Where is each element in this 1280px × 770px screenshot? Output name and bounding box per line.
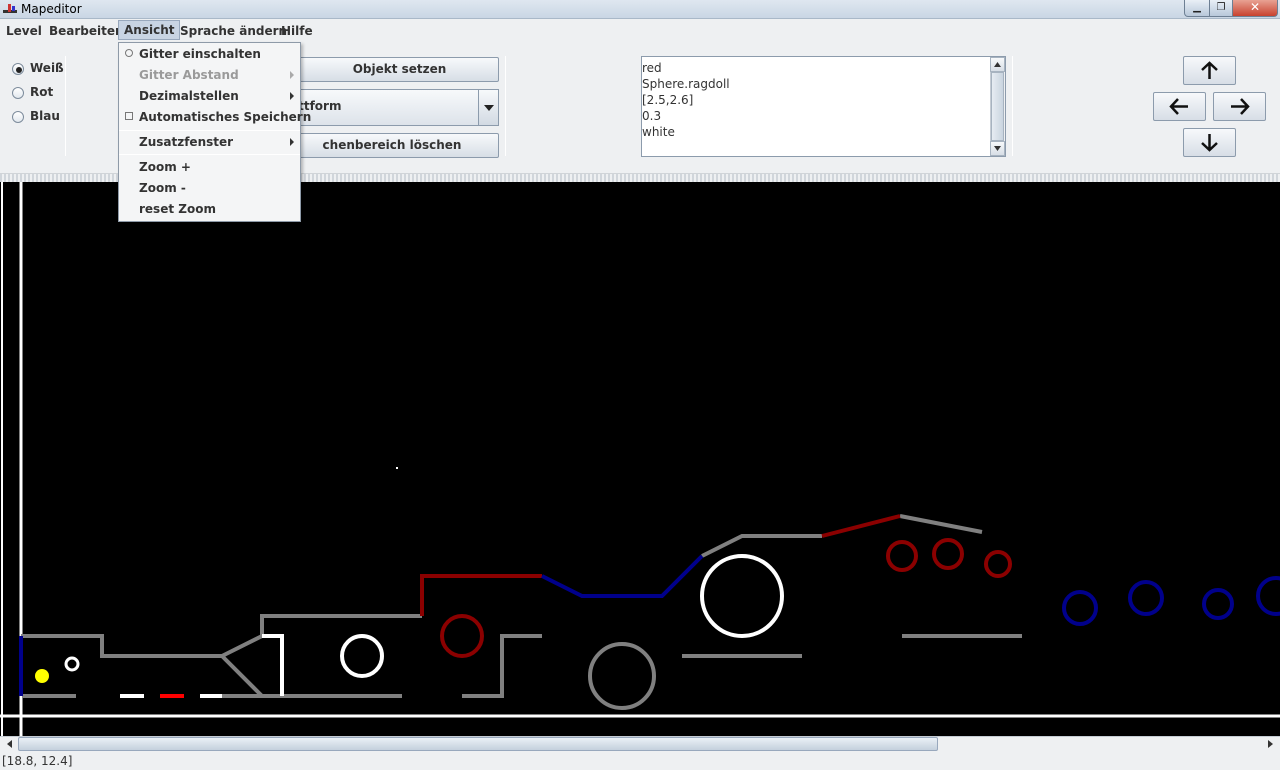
- menu-sprache-aendern[interactable]: Sprache ändern: [175, 21, 292, 41]
- coordinates-status: [18.8, 12.4]: [2, 754, 73, 768]
- separator: [1012, 56, 1013, 156]
- radio-blue-label: Blau: [30, 109, 60, 123]
- menu-item-decimals[interactable]: Dezimalstellen: [139, 89, 239, 103]
- menu-item-extra-windows[interactable]: Zusatzfenster: [139, 135, 233, 149]
- close-button[interactable]: ✕: [1232, 0, 1278, 17]
- chevron-down-icon[interactable]: [478, 89, 499, 126]
- menu-item-zoom-in[interactable]: Zoom +: [139, 160, 191, 174]
- cursor-dot: [396, 467, 398, 469]
- scroll-right-button[interactable]: [1264, 737, 1277, 751]
- caret-down-icon: [994, 146, 1001, 151]
- property-line: Sphere.ragdoll: [642, 77, 730, 91]
- scroll-left-button[interactable]: [3, 737, 16, 751]
- submenu-arrow-icon: [290, 138, 294, 146]
- move-left-button[interactable]: [1153, 92, 1206, 121]
- map-canvas[interactable]: [0, 182, 1280, 736]
- menu-hilfe[interactable]: Hilfe: [276, 21, 318, 41]
- canvas-background: [0, 182, 1280, 736]
- set-object-button[interactable]: Objekt setzen: [280, 57, 499, 82]
- move-up-button[interactable]: [1183, 56, 1236, 85]
- menu-item-grid-on[interactable]: Gitter einschalten: [139, 47, 261, 61]
- property-line: 0.3: [642, 109, 662, 123]
- caret-right-icon: [1268, 740, 1273, 748]
- separator: [505, 56, 506, 156]
- menu-separator: [119, 154, 300, 155]
- submenu-arrow-icon: [290, 71, 294, 79]
- menu-item-autosave[interactable]: Automatisches Speichern: [139, 110, 311, 124]
- scroll-up-button[interactable]: [990, 57, 1005, 72]
- menu-ansicht[interactable]: Ansicht: [118, 20, 181, 40]
- menu-item-grid-distance: Gitter Abstand: [139, 68, 239, 82]
- menu-bearbeiten[interactable]: Bearbeiten: [44, 21, 129, 41]
- move-right-button[interactable]: [1213, 92, 1266, 121]
- property-line: white: [642, 125, 675, 139]
- caret-up-icon: [994, 62, 1001, 67]
- property-line: red: [642, 61, 662, 75]
- arrow-up-icon: [1201, 61, 1218, 79]
- move-down-button[interactable]: [1183, 128, 1236, 157]
- caret-left-icon: [7, 740, 12, 748]
- menu-item-zoom-out[interactable]: Zoom -: [139, 181, 186, 195]
- scroll-thumb[interactable]: [991, 72, 1004, 141]
- separator: [65, 56, 66, 156]
- window-title: Mapeditor: [21, 2, 82, 16]
- scroll-thumb[interactable]: [18, 737, 938, 751]
- radio-blue-indicator[interactable]: [12, 111, 24, 123]
- maximize-button[interactable]: ❐: [1209, 0, 1233, 17]
- properties-list[interactable]: [641, 56, 1006, 157]
- radio-white-label: Weiß: [30, 61, 64, 75]
- submenu-arrow-icon: [290, 92, 294, 100]
- title-bar: [0, 0, 1280, 19]
- scroll-down-button[interactable]: [990, 141, 1005, 156]
- radio-red-label: Rot: [30, 85, 54, 99]
- minimize-button[interactable]: ▁: [1184, 0, 1210, 17]
- arrow-down-icon: [1201, 134, 1218, 152]
- clear-area-button[interactable]: chenbereich löschen: [280, 133, 499, 158]
- arrow-left-icon: [1169, 98, 1188, 115]
- radio-red-indicator[interactable]: [12, 87, 24, 99]
- radio-white-indicator[interactable]: [12, 63, 24, 75]
- menu-item-reset-zoom[interactable]: reset Zoom: [139, 202, 216, 216]
- app-icon: [3, 4, 17, 13]
- property-line: [2.5,2.6]: [642, 93, 694, 107]
- checkbox-icon: [125, 112, 133, 120]
- player-ball: [35, 669, 49, 683]
- menu-level[interactable]: Level: [1, 21, 47, 41]
- menu-separator: [119, 130, 300, 131]
- arrow-right-icon: [1231, 98, 1250, 115]
- radio-icon: [125, 49, 133, 57]
